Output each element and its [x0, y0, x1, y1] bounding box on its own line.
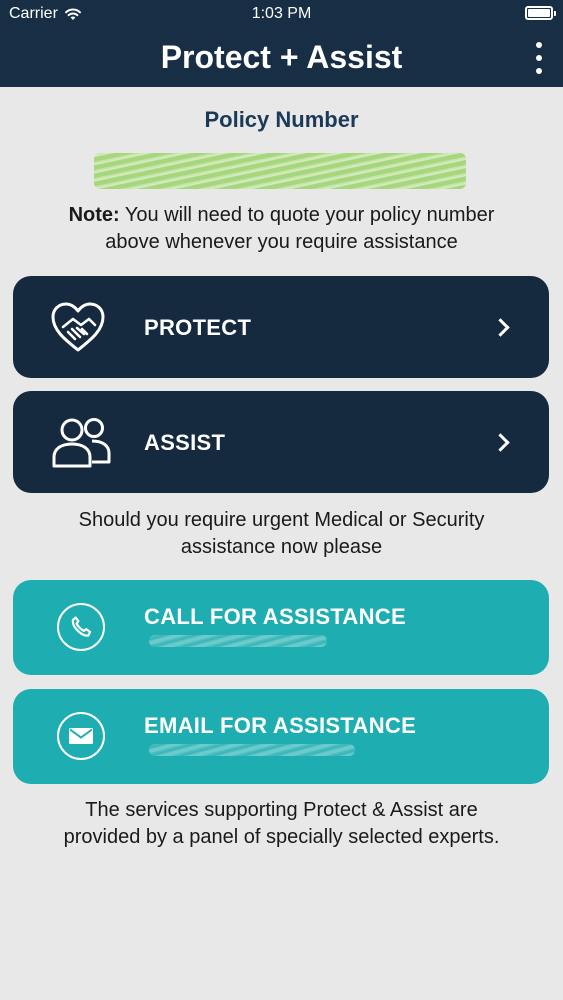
- redacted-phone-number: [149, 635, 327, 647]
- email-label: EMAIL FOR ASSISTANCE: [144, 713, 417, 738]
- chevron-right-icon: [491, 433, 510, 452]
- protect-label: PROTECT: [144, 315, 252, 340]
- assist-label: ASSIST: [144, 430, 226, 455]
- urgent-assistance-text: Should you require urgent Medical or Sec…: [20, 507, 543, 561]
- note-text-line2: above whenever you require assistance: [105, 231, 458, 253]
- policy-number-redacted: [94, 153, 466, 189]
- more-vertical-icon[interactable]: [529, 42, 549, 74]
- note-label: Note:: [68, 204, 120, 226]
- footer-text-line2: provided by a panel of specially selecte…: [63, 826, 500, 848]
- heart-handshake-icon: [51, 302, 105, 352]
- policy-note: Note: You will need to quote your policy…: [20, 202, 543, 256]
- assist-button[interactable]: ASSIST: [13, 391, 549, 493]
- menu-dot: [536, 55, 542, 61]
- top-bar: Carrier 1:03 PM Protect + Assist: [0, 0, 563, 87]
- chevron-right-icon: [491, 318, 510, 337]
- envelope-icon: [57, 712, 105, 760]
- users-icon: [52, 418, 111, 468]
- redacted-email-address: [149, 744, 355, 756]
- footer-text-line1: The services supporting Protect & Assist…: [85, 799, 478, 821]
- battery-icon: [525, 6, 556, 20]
- call-for-assistance-button[interactable]: CALL FOR ASSISTANCE: [13, 580, 549, 675]
- status-bar: Carrier 1:03 PM: [0, 0, 563, 30]
- email-for-assistance-button[interactable]: EMAIL FOR ASSISTANCE: [13, 689, 549, 784]
- envelope-glyph: [69, 728, 93, 744]
- protect-button[interactable]: PROTECT: [13, 276, 549, 378]
- phone-glyph: [71, 616, 92, 637]
- page-title: Protect + Assist: [160, 39, 403, 75]
- phone-icon: [57, 603, 105, 651]
- menu-dot: [536, 42, 542, 48]
- call-label: CALL FOR ASSISTANCE: [144, 604, 406, 629]
- urgent-text-line2: assistance now please: [180, 536, 383, 558]
- note-text-line1: You will need to quote your policy numbe…: [119, 204, 495, 226]
- footer-text: The services supporting Protect & Assist…: [20, 797, 543, 851]
- urgent-text-line1: Should you require urgent Medical or Sec…: [78, 509, 485, 531]
- policy-number-title: Policy Number: [204, 107, 359, 132]
- clock: 1:03 PM: [251, 5, 312, 22]
- menu-dot: [536, 68, 542, 74]
